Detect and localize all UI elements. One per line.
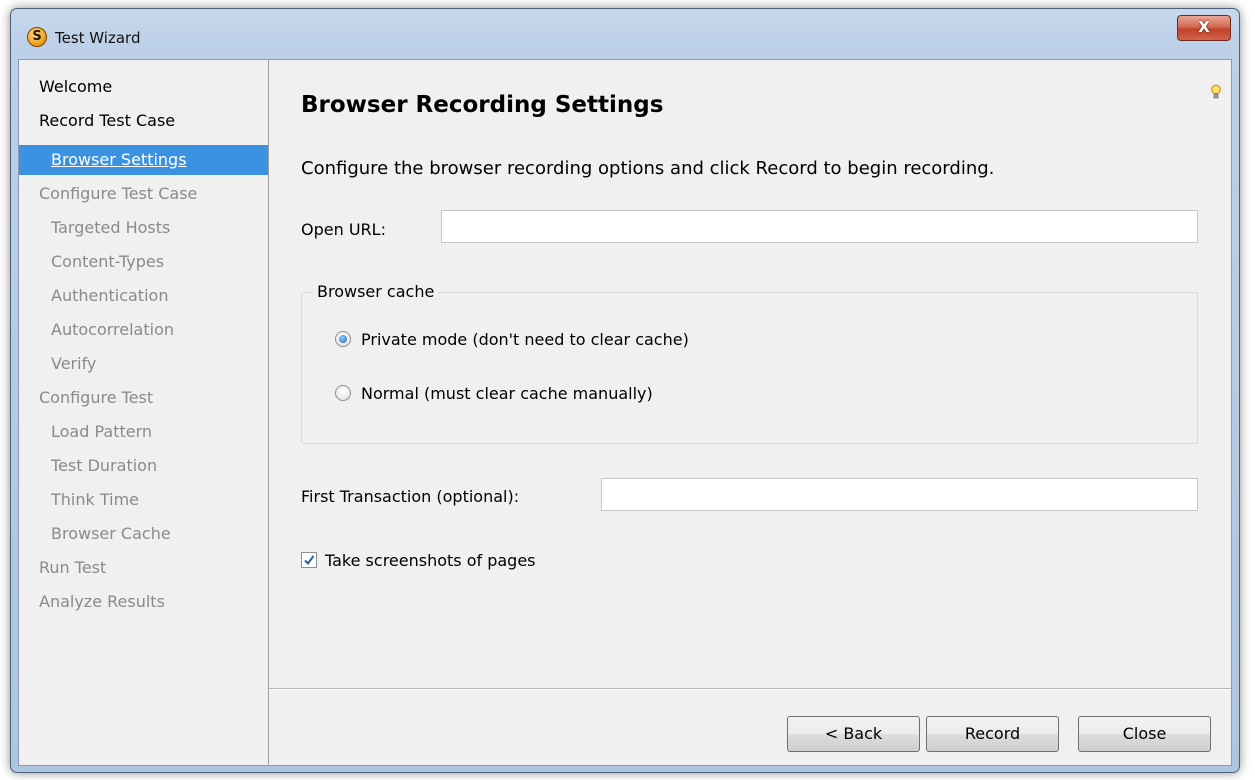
step-run-test[interactable]: Run Test	[19, 553, 268, 583]
back-button[interactable]: < Back	[787, 716, 920, 752]
browser-cache-legend: Browser cache	[313, 282, 439, 301]
step-think-time[interactable]: Think Time	[19, 485, 268, 515]
step-configure-test-case[interactable]: Configure Test Case	[19, 179, 268, 209]
wizard-client-area: Welcome Record Test Case Browser Setting…	[18, 59, 1232, 766]
close-button[interactable]: Close	[1078, 716, 1211, 752]
window-close-button[interactable]: X	[1177, 15, 1231, 41]
normal-mode-label: Normal (must clear cache manually)	[361, 383, 653, 403]
wizard-steps-sidebar: Welcome Record Test Case Browser Setting…	[19, 60, 269, 765]
record-button[interactable]: Record	[926, 716, 1059, 752]
page-instructions: Configure the browser recording options …	[301, 158, 995, 179]
open-url-input[interactable]	[441, 210, 1198, 243]
step-browser-cache[interactable]: Browser Cache	[19, 519, 268, 549]
private-mode-label: Private mode (don't need to clear cache)	[361, 329, 689, 349]
step-browser-settings[interactable]: Browser Settings	[19, 145, 268, 175]
browser-cache-group	[301, 292, 1198, 444]
close-icon: X	[1198, 18, 1210, 36]
screenshots-label: Take screenshots of pages	[325, 550, 536, 570]
settings-panel: Browser Recording Settings Configure the…	[269, 60, 1231, 765]
step-content-types[interactable]: Content-Types	[19, 247, 268, 277]
step-targeted-hosts[interactable]: Targeted Hosts	[19, 213, 268, 243]
title-bar[interactable]: S Test Wizard X	[11, 9, 1239, 59]
step-test-duration[interactable]: Test Duration	[19, 451, 268, 481]
first-transaction-input[interactable]	[601, 478, 1198, 511]
page-title: Browser Recording Settings	[301, 92, 664, 118]
screenshots-checkbox[interactable]	[301, 552, 317, 568]
normal-mode-radio[interactable]	[335, 385, 351, 401]
app-logo-icon: S	[27, 27, 47, 47]
step-record-test-case[interactable]: Record Test Case	[19, 106, 268, 136]
wizard-window: S Test Wizard X Welcome Record Test Case…	[10, 8, 1240, 773]
step-analyze-results[interactable]: Analyze Results	[19, 587, 268, 617]
step-verify[interactable]: Verify	[19, 349, 268, 379]
normal-mode-option[interactable]: Normal (must clear cache manually)	[335, 382, 653, 404]
private-mode-option[interactable]: Private mode (don't need to clear cache)	[335, 328, 689, 350]
step-welcome[interactable]: Welcome	[19, 72, 268, 102]
first-transaction-label: First Transaction (optional):	[301, 487, 520, 506]
step-autocorrelation[interactable]: Autocorrelation	[19, 315, 268, 345]
window-title: Test Wizard	[55, 29, 141, 47]
screenshots-option[interactable]: Take screenshots of pages	[301, 549, 536, 571]
button-bar-divider	[269, 688, 1231, 689]
step-load-pattern[interactable]: Load Pattern	[19, 417, 268, 447]
step-authentication[interactable]: Authentication	[19, 281, 268, 311]
open-url-label: Open URL:	[301, 220, 386, 239]
private-mode-radio[interactable]	[335, 331, 351, 347]
step-configure-test[interactable]: Configure Test	[19, 383, 268, 413]
checkmark-icon	[304, 555, 315, 566]
lightbulb-icon[interactable]	[1211, 84, 1221, 100]
